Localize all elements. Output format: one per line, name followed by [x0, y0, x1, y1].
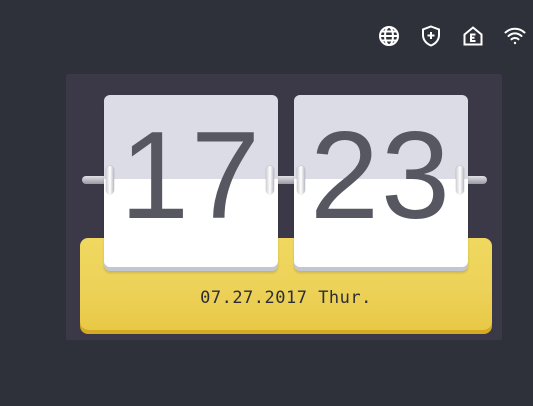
shield-plus-icon[interactable] [419, 24, 443, 48]
home-e-icon[interactable] [461, 24, 485, 48]
hour-flip-card: 17 [104, 95, 278, 267]
globe-icon[interactable] [377, 24, 401, 48]
hinge-minute-right [456, 166, 464, 194]
hinge-hour-left [106, 166, 114, 194]
wifi-icon[interactable] [503, 24, 527, 48]
hinge-hour-right [266, 166, 274, 194]
minute-flip-card: 23 [294, 95, 468, 267]
hour-digits: 17 [120, 107, 262, 245]
status-bar [377, 24, 527, 48]
hinge-minute-left [297, 166, 305, 194]
date-label: 07.27.2017 Thur. [200, 288, 372, 308]
minute-digits: 23 [310, 107, 452, 245]
